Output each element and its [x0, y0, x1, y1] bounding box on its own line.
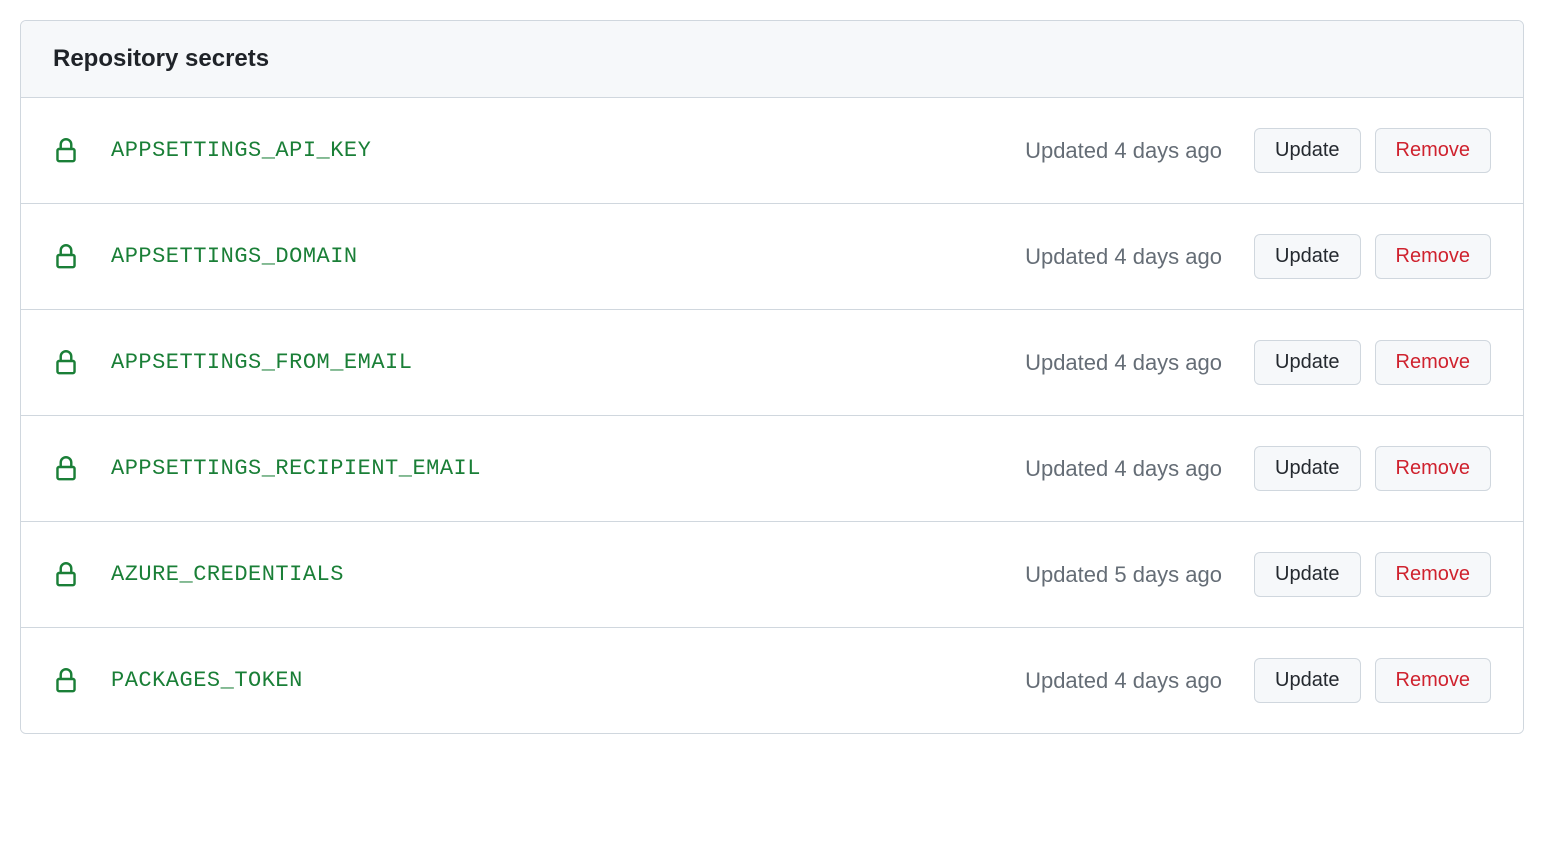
- update-button[interactable]: Update: [1254, 658, 1361, 703]
- lock-icon: [53, 666, 79, 696]
- secret-name: APPSETTINGS_DOMAIN: [111, 244, 1025, 269]
- update-button[interactable]: Update: [1254, 234, 1361, 279]
- update-button[interactable]: Update: [1254, 446, 1361, 491]
- update-button[interactable]: Update: [1254, 340, 1361, 385]
- lock-icon: [53, 560, 79, 590]
- secret-name: APPSETTINGS_RECIPIENT_EMAIL: [111, 456, 1025, 481]
- secret-updated: Updated 5 days ago: [1025, 562, 1222, 588]
- repository-secrets-panel: Repository secrets APPSETTINGS_API_KEYUp…: [20, 20, 1524, 734]
- lock-icon: [53, 136, 79, 166]
- secret-row: APPSETTINGS_FROM_EMAILUpdated 4 days ago…: [21, 310, 1523, 416]
- secrets-list: APPSETTINGS_API_KEYUpdated 4 days agoUpd…: [21, 98, 1523, 733]
- secret-row: AZURE_CREDENTIALSUpdated 5 days ago Updat…: [21, 522, 1523, 628]
- secret-row: APPSETTINGS_RECIPIENT_EMAILUpdated 4 day…: [21, 416, 1523, 522]
- remove-button[interactable]: Remove: [1375, 340, 1491, 385]
- secret-name: APPSETTINGS_FROM_EMAIL: [111, 350, 1025, 375]
- secret-row: APPSETTINGS_DOMAINUpdated 4 days ago Upda…: [21, 204, 1523, 310]
- secret-name: PACKAGES_TOKEN: [111, 668, 1025, 693]
- update-button[interactable]: Update: [1254, 128, 1361, 173]
- panel-header: Repository secrets: [21, 21, 1523, 98]
- secret-row: APPSETTINGS_API_KEYUpdated 4 days ago Upd…: [21, 98, 1523, 204]
- secret-name: AZURE_CREDENTIALS: [111, 562, 1025, 587]
- secret-updated: Updated 4 days ago: [1025, 456, 1222, 482]
- remove-button[interactable]: Remove: [1375, 446, 1491, 491]
- remove-button[interactable]: Remove: [1375, 128, 1491, 173]
- secret-row: PACKAGES_TOKENUpdated 4 days ago Update Re…: [21, 628, 1523, 733]
- secret-updated: Updated 4 days ago: [1025, 138, 1222, 164]
- lock-icon: [53, 242, 79, 272]
- secret-updated: Updated 4 days ago: [1025, 350, 1222, 376]
- remove-button[interactable]: Remove: [1375, 234, 1491, 279]
- update-button[interactable]: Update: [1254, 552, 1361, 597]
- secret-name: APPSETTINGS_API_KEY: [111, 138, 1025, 163]
- lock-icon: [53, 454, 79, 484]
- secret-updated: Updated 4 days ago: [1025, 244, 1222, 270]
- remove-button[interactable]: Remove: [1375, 658, 1491, 703]
- lock-icon: [53, 348, 79, 378]
- panel-title: Repository secrets: [53, 45, 1491, 73]
- secret-updated: Updated 4 days ago: [1025, 668, 1222, 694]
- remove-button[interactable]: Remove: [1375, 552, 1491, 597]
